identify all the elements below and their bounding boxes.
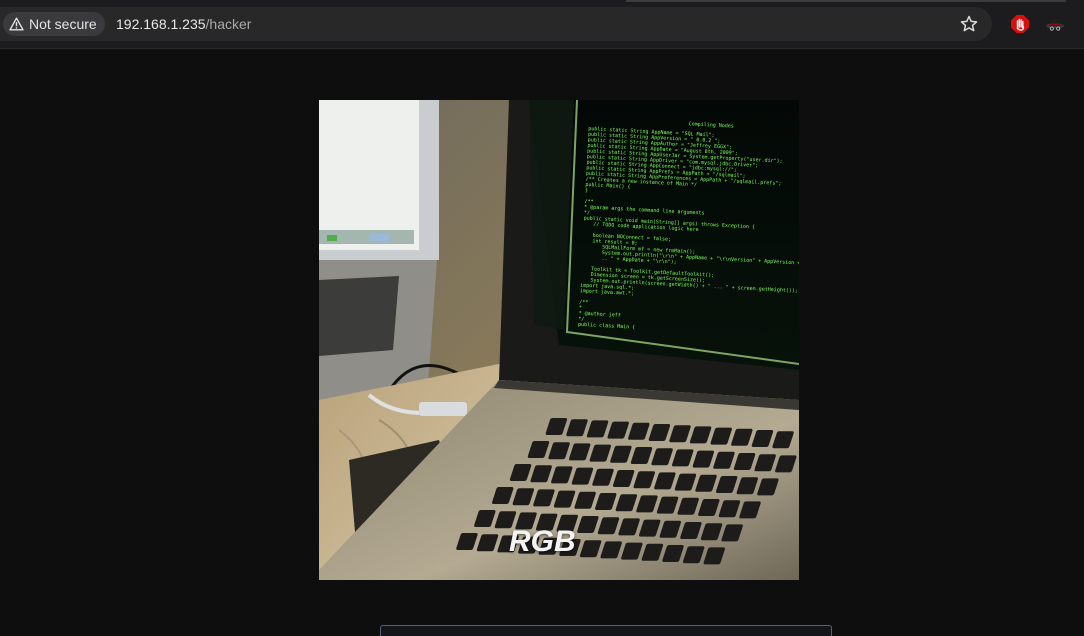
security-chip[interactable]: Not secure: [3, 12, 105, 36]
code-line: }: [585, 188, 588, 194]
tab-strip-edge: [626, 0, 1066, 2]
url-host: 192.168.1.235: [116, 16, 206, 32]
stop-hand-icon[interactable]: [1010, 14, 1030, 34]
security-label: Not secure: [29, 16, 97, 32]
content-card-edge: [380, 625, 832, 636]
hacker-laptop-photo: Compiling Nodes public static String App…: [319, 100, 799, 580]
url-text[interactable]: 192.168.1.235/hacker: [116, 16, 251, 32]
address-bar[interactable]: Not secure 192.168.1.235/hacker: [0, 7, 992, 41]
browser-toolbar: Not secure 192.168.1.235/hacker: [0, 0, 1084, 49]
spy-hat-icon[interactable]: [1045, 14, 1065, 34]
image-watermark: RGB: [509, 525, 576, 558]
url-path: /hacker: [205, 16, 252, 32]
star-icon[interactable]: [959, 14, 979, 34]
warning-triangle-icon: [9, 17, 24, 31]
page-content: Compiling Nodes public static String App…: [0, 49, 1084, 636]
